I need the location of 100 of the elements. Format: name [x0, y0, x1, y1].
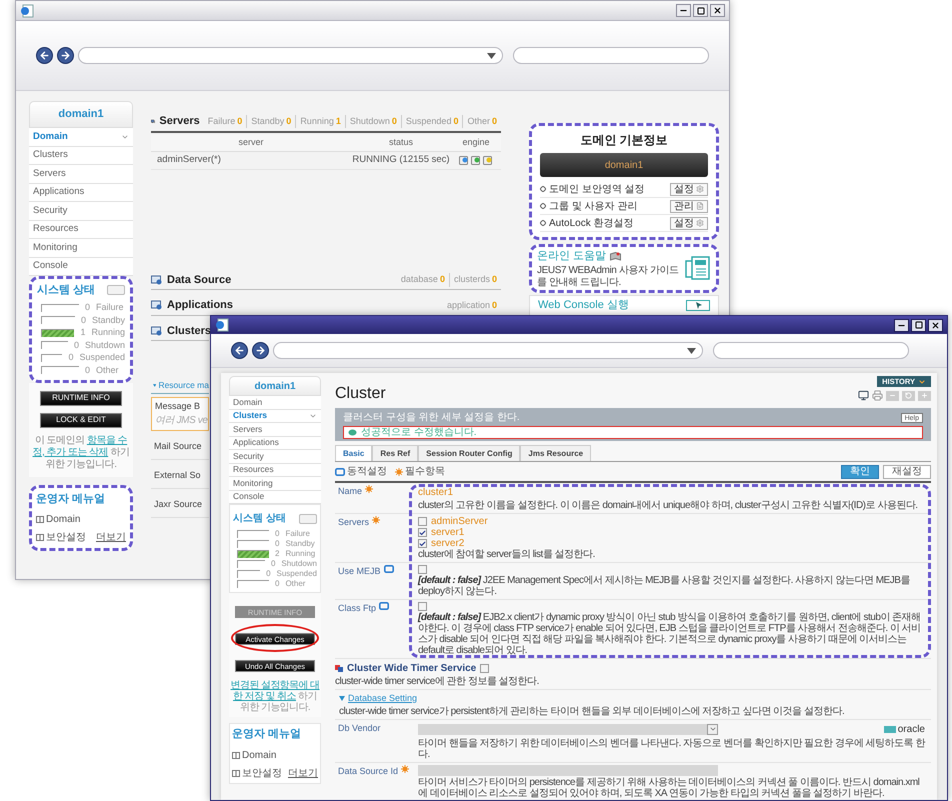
toggle-button[interactable]	[107, 285, 125, 296]
address-field[interactable]	[78, 47, 503, 64]
sidebar-item[interactable]: Clusters	[29, 146, 133, 165]
guide-icon	[685, 256, 711, 280]
toggle-button[interactable]	[299, 514, 317, 524]
sidebar-item[interactable]: Security	[229, 450, 321, 464]
dropdown-icon	[687, 348, 696, 354]
status-label: Failure	[285, 528, 310, 540]
close-button[interactable]	[928, 318, 943, 332]
sidebar-item[interactable]: Applications	[229, 436, 321, 450]
resource-card[interactable]: Mail Source	[151, 434, 209, 460]
sidebar-item[interactable]: Domain	[29, 128, 133, 146]
field-label: Data Source Id	[338, 764, 398, 778]
status-count: 0	[85, 364, 90, 376]
minimize-button[interactable]	[676, 4, 691, 17]
status-count: 2	[275, 548, 280, 560]
checkbox[interactable]	[418, 565, 427, 574]
help-text: JEUS7 WEBAdmin 사용자 가이드를 안내해 드립니다.	[537, 264, 680, 288]
search-field[interactable]	[512, 47, 709, 64]
note-link[interactable]: 항목을 수	[86, 434, 128, 446]
zoom-in-button[interactable]	[918, 390, 931, 400]
app-icon	[20, 4, 34, 18]
back-button[interactable]	[36, 47, 53, 64]
resource-card[interactable]: Message B 여러 JMS ve	[151, 396, 209, 431]
resource-card[interactable]: Jaxr Source	[151, 492, 209, 518]
arrow-left-icon	[38, 50, 50, 61]
maximize-button[interactable]	[693, 4, 708, 17]
count-label: Shutdown	[350, 114, 390, 128]
column-header: server	[237, 136, 264, 149]
manual-link[interactable]: Domain	[232, 748, 276, 762]
maximize-button[interactable]	[911, 318, 926, 332]
database-setting-link[interactable]: Database Setting	[348, 692, 418, 706]
message-text: 성공적으로 수정했습니다.	[361, 427, 477, 438]
section-title: Cluster Wide Timer Service	[347, 662, 476, 676]
checkbox[interactable]	[418, 517, 427, 526]
form-button[interactable]: 재설정	[883, 464, 931, 478]
banner-text: 클러스터 구성을 위한 세부 설정을 한다.	[343, 411, 520, 425]
checkbox[interactable]	[418, 602, 427, 611]
forward-button[interactable]	[252, 342, 269, 359]
web-console-card[interactable]: Web Console 실행	[529, 294, 719, 316]
action-button[interactable]: RUNTIME INFO	[40, 390, 122, 406]
chevron-down-icon	[918, 378, 926, 386]
sidebar-item[interactable]: Monitoring	[229, 477, 321, 490]
sidebar-item[interactable]: Clusters	[229, 410, 321, 423]
sidebar-item[interactable]: Security	[29, 202, 133, 220]
count-value: 1	[336, 114, 341, 128]
count-value: 0	[453, 114, 458, 128]
sidebar-item[interactable]: Applications	[29, 184, 133, 202]
web-console-label: Web Console 실행	[538, 298, 629, 314]
field-description: cluster의 고유한 이름을 설정한다. 이 이름은 domain내에서 unique해야 하며, cluster구성시 고유한 식별자(ID)로 사용된다.	[418, 500, 919, 511]
data-source-field[interactable]	[418, 764, 718, 776]
manual-link[interactable]: 보안설정	[232, 766, 282, 780]
note-link[interactable]: 한 저장 및 취소	[233, 691, 296, 702]
back-button[interactable]	[231, 342, 248, 359]
resource-title: Jaxr Source	[154, 498, 204, 510]
book-icon	[232, 752, 240, 758]
note-link[interactable]: 정, 추가 또는 삭제	[32, 446, 108, 458]
more-link[interactable]: 더보기	[96, 530, 126, 545]
minimize-button[interactable]	[894, 318, 909, 332]
sidebar-item[interactable]: Resources	[29, 220, 133, 239]
setting-button[interactable]: 설정	[670, 216, 708, 230]
tab[interactable]: Session Router Config	[418, 445, 520, 461]
checkbox[interactable]	[480, 664, 490, 673]
sidebar-item[interactable]: Resources	[229, 464, 321, 477]
setting-button[interactable]: 설정	[670, 182, 708, 196]
sidebar-item[interactable]: Servers	[229, 423, 321, 436]
manual-link[interactable]: Domain	[36, 512, 80, 527]
arrow-left-icon	[234, 345, 245, 356]
sidebar-item[interactable]: Servers	[29, 165, 133, 184]
manual-title: 운영자 메뉴얼	[232, 727, 302, 742]
sidebar-item[interactable]: Monitoring	[29, 239, 133, 258]
action-button[interactable]: LOCK & EDIT	[40, 412, 122, 428]
checkbox[interactable]	[418, 528, 427, 537]
setting-button[interactable]: 관리	[670, 200, 708, 212]
domain-header: domain1	[29, 101, 133, 128]
section-icon	[151, 326, 163, 336]
zoom-out-button[interactable]	[886, 390, 899, 400]
vendor-select[interactable]	[418, 724, 718, 734]
book-icon	[610, 252, 622, 261]
tab[interactable]: Basic	[335, 445, 372, 461]
panel-title: 도메인 기본정보	[579, 132, 669, 149]
timer-icon	[335, 665, 343, 672]
manual-link[interactable]: 보안설정	[36, 530, 86, 545]
search-field[interactable]	[713, 342, 909, 359]
note-link[interactable]: 변경된 설정항목에 대	[230, 680, 320, 691]
setting-label: 도메인 보안영역 설정	[549, 182, 645, 196]
address-field[interactable]	[273, 342, 703, 359]
count-value: 0	[492, 114, 497, 128]
sidebar-item[interactable]: Domain	[229, 396, 321, 410]
monitor-icon[interactable]	[858, 390, 869, 401]
resource-card[interactable]: External So	[151, 462, 209, 489]
status-label: Running	[91, 326, 125, 339]
form-button[interactable]: 확인	[841, 464, 879, 478]
close-button[interactable]	[710, 4, 725, 17]
checkbox[interactable]	[418, 539, 427, 548]
tab[interactable]: Jms Resource	[520, 445, 592, 461]
reset-zoom-button[interactable]	[902, 390, 915, 400]
forward-button[interactable]	[56, 47, 74, 64]
tab[interactable]: Res Ref	[372, 445, 418, 461]
more-link[interactable]: 더보기	[288, 766, 318, 780]
